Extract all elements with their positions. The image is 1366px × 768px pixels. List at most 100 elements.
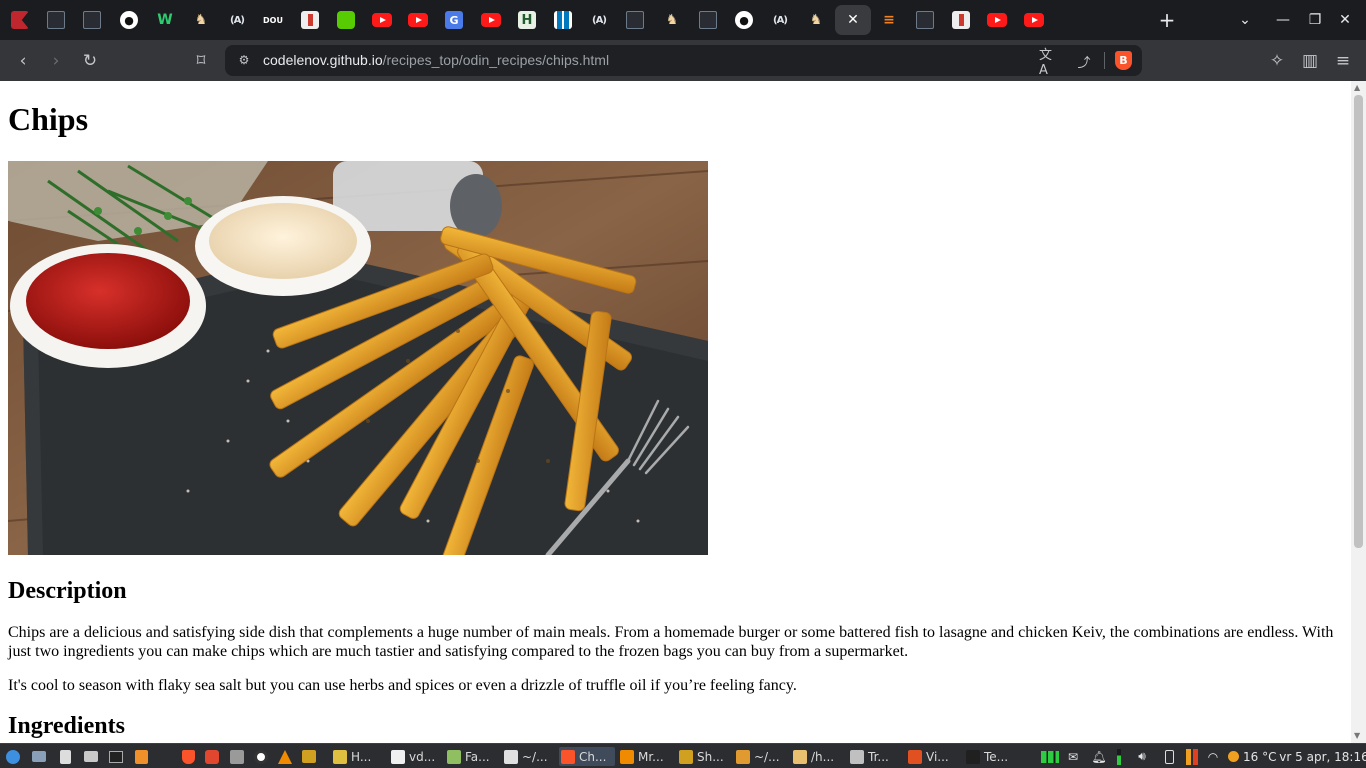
- scroll-thumb[interactable]: [1354, 95, 1363, 548]
- taskbar-window-button[interactable]: Ch...: [559, 747, 615, 766]
- scroll-down-arrow-icon[interactable]: ▼: [1354, 731, 1360, 740]
- sublime-launcher-icon[interactable]: [132, 747, 150, 766]
- taskbar-window-button[interactable]: Fa...: [445, 747, 498, 766]
- wifi-icon[interactable]: ◠: [1204, 747, 1222, 766]
- menu-button[interactable]: ≡: [1330, 48, 1356, 74]
- browser-tab[interactable]: W: [147, 5, 183, 35]
- back-button[interactable]: ‹: [10, 48, 36, 74]
- site-info-icon[interactable]: ⚙: [235, 51, 253, 69]
- taskbar-window-label: ~/...: [522, 749, 548, 764]
- notifications-icon[interactable]: 🔔︎: [1090, 747, 1108, 766]
- clock[interactable]: vr 5 apr, 18:16: [1279, 747, 1366, 766]
- start-menu-icon[interactable]: [4, 747, 22, 766]
- browser-tab[interactable]: (A): [581, 5, 617, 35]
- browser-tab[interactable]: [292, 5, 328, 35]
- browser-tab[interactable]: [979, 5, 1015, 35]
- extensions-button[interactable]: ✧: [1264, 48, 1290, 74]
- scroll-up-arrow-icon[interactable]: ▲: [1354, 83, 1360, 92]
- puzzle-icon: ✧: [1269, 51, 1285, 71]
- youtube-icon: [1024, 13, 1044, 27]
- vertical-scrollbar[interactable]: ▲ ▼: [1351, 81, 1366, 743]
- reload-button[interactable]: ↻: [77, 48, 103, 74]
- taskbar-window-button[interactable]: Tr...: [848, 747, 902, 766]
- browser-tab[interactable]: [907, 5, 943, 35]
- browser-tab[interactable]: [690, 5, 726, 35]
- restore-button[interactable]: ❐: [1302, 8, 1328, 32]
- browser-tab[interactable]: ♞: [183, 5, 219, 35]
- volume-icon[interactable]: 🔊︎: [1132, 747, 1152, 766]
- arrow-left-icon: ‹: [19, 51, 27, 71]
- app-icon: [908, 749, 922, 764]
- browser-tab[interactable]: [328, 5, 364, 35]
- taskbar-window-label: /h...: [811, 749, 835, 764]
- taskbar-window-button[interactable]: vd...: [389, 747, 441, 766]
- archive-launcher-icon[interactable]: [300, 747, 318, 766]
- browser-tab[interactable]: [364, 5, 400, 35]
- share-icon[interactable]: ⤴: [1074, 51, 1094, 71]
- browser-tab[interactable]: ●: [111, 5, 147, 35]
- system-monitor-icon[interactable]: [1040, 747, 1060, 766]
- minimize-button[interactable]: —: [1270, 8, 1296, 32]
- transmission-launcher-icon[interactable]: [228, 747, 246, 766]
- close-window-button[interactable]: ✕: [1332, 8, 1358, 32]
- browser-tab[interactable]: H: [509, 5, 545, 35]
- browser-tab[interactable]: ♞: [654, 5, 690, 35]
- odin-project-icon: ♞: [809, 12, 823, 28]
- vlc-launcher-icon[interactable]: [276, 747, 294, 766]
- browser-tab[interactable]: ●: [726, 5, 762, 35]
- taskbar-window-button[interactable]: H...: [331, 747, 385, 766]
- qbittorrent-launcher-icon[interactable]: [252, 747, 270, 766]
- browser-tab[interactable]: [400, 5, 436, 35]
- browser-tab[interactable]: [545, 5, 581, 35]
- browser-tab[interactable]: (A): [762, 5, 798, 35]
- show-desktop-icon[interactable]: [30, 747, 48, 766]
- vivaldi-launcher-icon[interactable]: [203, 747, 221, 766]
- taskbar-window-button[interactable]: Te...: [964, 747, 1020, 766]
- mail-icon[interactable]: ✉: [1064, 747, 1082, 766]
- clipboard-icon[interactable]: [56, 747, 74, 766]
- browser-tab[interactable]: [473, 5, 509, 35]
- browser-tab[interactable]: G: [436, 5, 472, 35]
- new-tab-button[interactable]: +: [1149, 5, 1185, 35]
- tab-search-button[interactable]: ⌄: [1232, 8, 1258, 32]
- browser-tab[interactable]: ≡: [871, 5, 907, 35]
- address-bar[interactable]: ⚙ codelenov.github.io/recipes_top/odin_r…: [225, 45, 1142, 78]
- url-text[interactable]: codelenov.github.io/recipes_top/odin_rec…: [263, 52, 609, 68]
- browser-tab[interactable]: (A): [219, 5, 255, 35]
- taskbar-window-button[interactable]: /h...: [791, 747, 844, 766]
- taskbar-window-label: H...: [351, 749, 372, 764]
- battery-icon[interactable]: [1160, 747, 1178, 766]
- description-heading: Description: [8, 578, 127, 604]
- translate-icon[interactable]: 文A: [1039, 48, 1059, 78]
- browser-tab[interactable]: DOU: [255, 5, 291, 35]
- sidebar-button[interactable]: ▥: [1297, 48, 1323, 74]
- browser-tab[interactable]: [2, 5, 38, 35]
- browser-tab[interactable]: [943, 5, 979, 35]
- close-icon[interactable]: ✕: [847, 12, 859, 28]
- a11y-icon: (A): [230, 14, 245, 26]
- file-manager-icon[interactable]: [82, 747, 100, 766]
- terminal-launcher-icon[interactable]: [107, 747, 125, 766]
- clock-datetime: vr 5 apr, 18:16: [1279, 749, 1366, 764]
- browser-tab[interactable]: [1016, 5, 1052, 35]
- browser-tab[interactable]: [38, 5, 74, 35]
- taskbar-window-label: Mr...: [638, 749, 664, 764]
- taskbar-window-button[interactable]: Vi...: [906, 747, 960, 766]
- weather-widget[interactable]: 16 °C: [1228, 747, 1282, 766]
- taskbar-window-button[interactable]: ~/...: [502, 747, 555, 766]
- brave-launcher-icon[interactable]: [179, 747, 197, 766]
- browser-tab[interactable]: ♞: [798, 5, 834, 35]
- browser-tab[interactable]: [74, 5, 110, 35]
- taskbar-window-button[interactable]: ~/...: [734, 747, 787, 766]
- brave-shields-icon[interactable]: B: [1115, 51, 1132, 70]
- description-paragraph: Chips are a delicious and satisfying sid…: [8, 624, 1334, 660]
- image-icon: [301, 11, 319, 29]
- browser-toolbar: ‹ › ↻ ⌑ ⚙ codelenov.github.io/recipes_to…: [0, 40, 1366, 81]
- forward-button[interactable]: ›: [43, 48, 69, 74]
- bookmark-button[interactable]: ⌑: [188, 48, 214, 74]
- taskbar-window-button[interactable]: Mr...: [618, 747, 673, 766]
- browser-tab[interactable]: [617, 5, 653, 35]
- taskbar-window-label: Fa...: [465, 749, 490, 764]
- taskbar-window-button[interactable]: Sh...: [677, 747, 730, 766]
- browser-tab[interactable]: ✕: [835, 5, 871, 35]
